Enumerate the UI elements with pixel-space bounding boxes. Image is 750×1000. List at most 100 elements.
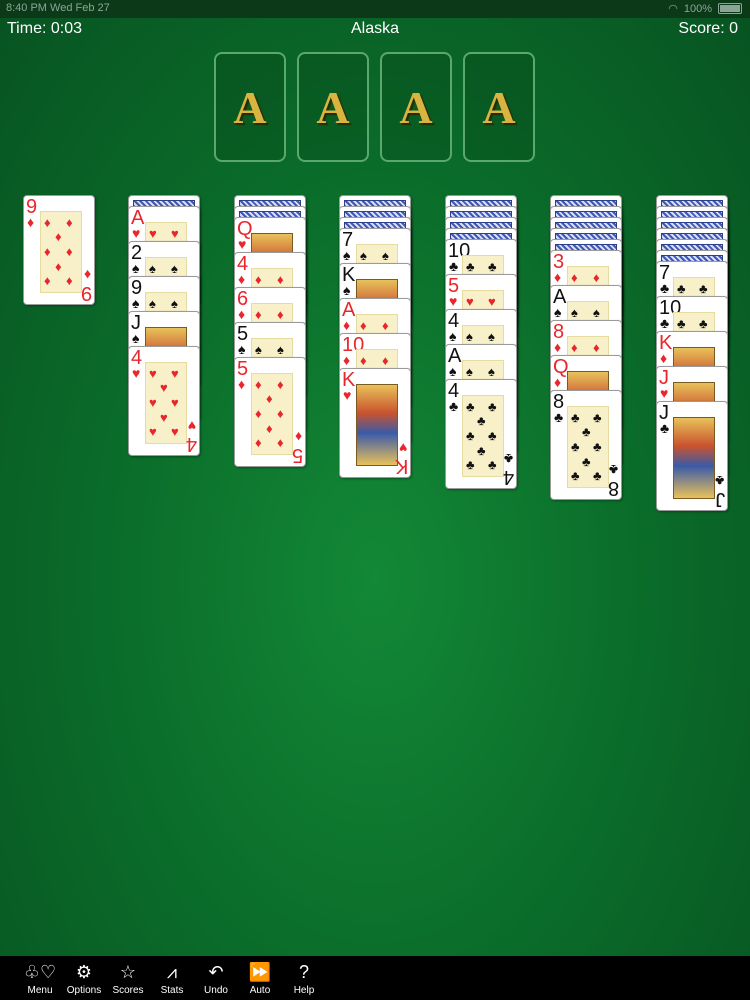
toolbar-scores-button[interactable]: ☆ Scores [106, 960, 150, 996]
hearts-icon: ♥ [132, 365, 141, 381]
clubs-icon: ♣ [593, 468, 602, 483]
question-icon: ? [298, 962, 309, 982]
diamonds-icon: ♦ [294, 429, 302, 445]
star-icon: ☆ [119, 962, 137, 982]
hearts-icon: ♥ [171, 424, 179, 439]
hearts-icon: ♥ [660, 385, 669, 401]
toolbar-help-button[interactable]: ? Help [282, 960, 326, 996]
foundation-ace-label: A [482, 81, 516, 133]
foundation-pile[interactable]: A [297, 52, 369, 162]
fast-forward-icon: ⏩ [248, 962, 272, 982]
clubs-icon: ♣ [571, 410, 580, 425]
clubs-icon: ♣ [699, 316, 708, 331]
diamonds-icon: ♦ [66, 273, 73, 288]
clubs-icon: ♣ [571, 468, 580, 483]
toolbar-label: Stats [160, 985, 184, 996]
foundation-pile[interactable]: A [214, 52, 286, 162]
card-pip-area: ♣♣♣♣♣♣♣♣ [567, 406, 609, 488]
foundation-pile[interactable]: A [380, 52, 452, 162]
diamonds-icon: ♦ [382, 318, 389, 333]
toolbar-undo-button[interactable]: ↶ Undo [194, 960, 238, 996]
toolbar-stats-button[interactable]: ⩘ Stats [150, 960, 194, 996]
chart-icon: ⩘ [166, 962, 178, 982]
hearts-icon: ♥ [466, 294, 474, 309]
playing-card[interactable]: 5 ♦ ♦ ♦ ♦ ♦ ♦ ♦ ♦ ♦ 5 ♦ [234, 357, 306, 467]
toolbar: ♧♡ Menu ⚙ Options ☆ Scores ⩘ Stats ↶ Undo ⏩ Auto? He… [0, 956, 750, 1000]
spades-icon: ♠ [360, 248, 367, 263]
toolbar-menu-button[interactable]: ♧♡ Menu [18, 960, 62, 996]
foundation-ace-label: A [316, 81, 350, 133]
card-rank: 5 [291, 444, 303, 466]
hearts-icon: ♥ [449, 293, 458, 309]
toolbar-options-button[interactable]: ⚙ Options [62, 960, 106, 996]
spades-icon: ♠ [466, 329, 473, 344]
diamonds-icon: ♦ [382, 353, 389, 368]
clubs-icon: ♣ [571, 439, 580, 454]
clubs-icon: ♣ [466, 399, 475, 414]
playing-card[interactable]: 8 ♣ ♣ ♣ ♣ ♣ ♣ ♣ ♣ ♣ 8 ♣ [550, 390, 622, 500]
clubs-icon: ♣ [488, 428, 497, 443]
clubs-icon: ♣ [608, 462, 618, 478]
hearts-icon: ♥ [343, 387, 352, 403]
playing-card[interactable]: K ♥ K ♥ [339, 368, 411, 478]
foundation-pile[interactable]: A [463, 52, 535, 162]
clubs-icon: ♣ [466, 457, 475, 472]
clubs-icon: ♣ [660, 315, 670, 331]
card-pip-area: ♦ ♦ ♦ ♦ ♦ ♦ ♦ ♦ [40, 211, 82, 293]
status-bar: 8:40 PM Wed Feb 27 ◠ 100% [0, 0, 750, 18]
spades-icon: ♠ [488, 329, 495, 344]
diamonds-icon: ♦ [277, 406, 284, 421]
spades-icon: ♠ [255, 342, 262, 357]
diamonds-icon: ♦ [554, 339, 562, 355]
card-corner-rotated: 9 ♦ [81, 267, 92, 304]
card-corner-rotated: 5 ♦ [291, 429, 303, 466]
clubs-icon: ♣ [677, 316, 686, 331]
diamonds-icon: ♦ [238, 271, 246, 287]
toolbar-label: Menu [27, 985, 53, 996]
clubs-icon: ♣ [699, 281, 708, 296]
spades-icon: ♠ [132, 260, 140, 276]
hearts-icon: ♥ [160, 380, 168, 395]
spades-icon: ♠ [132, 295, 140, 311]
clubs-icon: ♣ [449, 258, 459, 274]
hearts-icon: ♥ [398, 440, 407, 456]
clubs-icon: ♣ [477, 413, 486, 428]
diamonds-icon: ♦ [255, 406, 262, 421]
playing-card[interactable]: 9 ♦ ♦ ♦ ♦ ♦ ♦ ♦ ♦ ♦ 9 ♦ [23, 195, 95, 305]
court-card-art [356, 384, 398, 466]
clubs-icon: ♣ [582, 454, 591, 469]
clubs-icon: ♣ [593, 439, 602, 454]
toolbar-label: Help [293, 985, 315, 996]
toolbar-label: Options [66, 985, 102, 996]
card-rank: K [394, 455, 408, 477]
battery-label: 100% [683, 2, 712, 15]
hearts-icon: ♥ [171, 226, 179, 241]
diamonds-icon: ♦ [554, 269, 562, 285]
diamonds-icon: ♦ [27, 214, 35, 230]
diamonds-icon: ♦ [55, 259, 62, 274]
foundation-ace-label: A [233, 81, 267, 133]
clubs-icon: ♣ [466, 428, 475, 443]
battery-icon [718, 3, 742, 14]
playing-card[interactable]: J ♣ J ♣ [656, 401, 728, 511]
playing-card[interactable]: 4 ♥ ♥ ♥ ♥ ♥ ♥ ♥ ♥ ♥ 4 ♥ [128, 346, 200, 456]
court-card-art [673, 417, 715, 499]
diamonds-icon: ♦ [277, 377, 284, 392]
clubs-icon: ♣ [593, 410, 602, 425]
hearts-icon: ♥ [171, 366, 179, 381]
game-title: Alaska [350, 20, 400, 37]
toolbar-auto-button[interactable]: ⏩ Auto [238, 960, 282, 996]
clubs-icon: ♣ [554, 409, 564, 425]
diamonds-icon: ♦ [593, 340, 600, 355]
playing-card[interactable]: 4 ♣ ♣ ♣ ♣ ♣ ♣ ♣ ♣ ♣ 4 ♣ [445, 379, 517, 489]
spades-icon: ♠ [593, 305, 600, 320]
diamonds-icon: ♦ [238, 306, 246, 322]
hearts-icon: ♥ [187, 418, 196, 434]
card-corner-rotated: 4 ♥ [186, 418, 197, 455]
diamonds-icon: ♦ [571, 340, 578, 355]
diamonds-icon: ♦ [660, 350, 668, 366]
spades-icon: ♠ [171, 261, 178, 276]
diamonds-icon: ♦ [83, 267, 91, 283]
diamonds-icon: ♦ [255, 435, 262, 450]
menu-suits-icon: ♧♡ [23, 962, 57, 982]
